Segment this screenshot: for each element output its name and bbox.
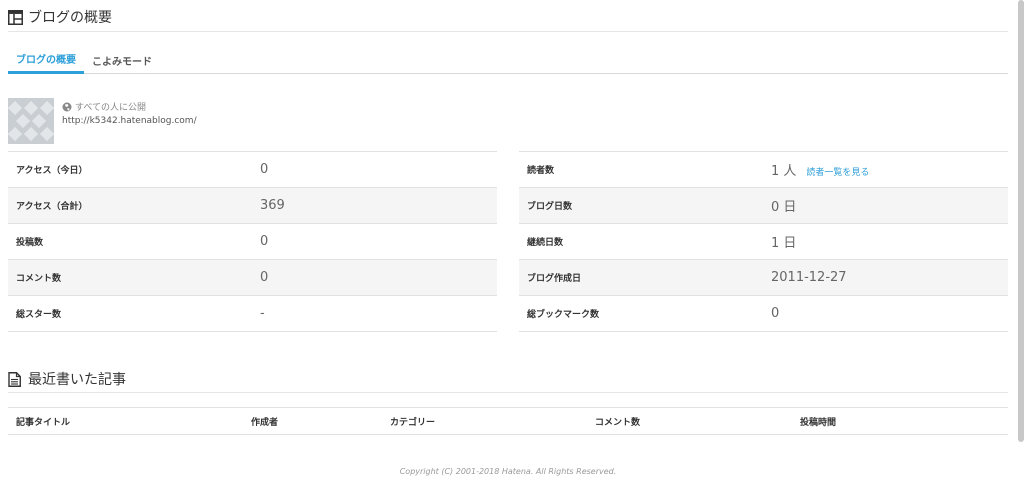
blog-url[interactable]: http://k5342.hatenablog.com/ bbox=[62, 116, 197, 126]
stat-label: ブログ作成日 bbox=[527, 274, 582, 284]
stat-row-streak-days: 継続日数 1 日 bbox=[519, 224, 1008, 260]
copyright: Copyright (C) 2001-2018 Hatena. All Righ… bbox=[399, 467, 617, 476]
globe-icon bbox=[62, 102, 72, 112]
document-icon bbox=[8, 371, 23, 387]
reader-list-link[interactable]: 読者一覧を見る bbox=[806, 165, 869, 178]
stat-label: 総スター数 bbox=[16, 310, 62, 320]
visibility-status: すべての人に公開 bbox=[62, 100, 197, 113]
stat-value: 0 日 bbox=[771, 200, 797, 215]
stat-row-access-today: アクセス（今日） 0 bbox=[8, 152, 497, 188]
dashboard-page: ブログの概要 ブログの概要 こよみモード すべての人に公開 http://k53… bbox=[8, 0, 1008, 484]
stat-label: 読者数 bbox=[527, 166, 555, 176]
stat-row-bookmarks: 総ブックマーク数 0 bbox=[519, 296, 1008, 332]
stats-left: アクセス（今日） 0 アクセス（合計） 369 投稿数 0 コメント数 0 総ス… bbox=[8, 151, 497, 332]
stat-value: 0 bbox=[260, 234, 269, 249]
stat-label: 継続日数 bbox=[527, 238, 564, 248]
column-header-author[interactable]: 作成者 bbox=[251, 408, 278, 435]
divider bbox=[8, 31, 1008, 32]
overview-tabs: ブログの概要 こよみモード bbox=[8, 46, 1008, 74]
dashboard-icon bbox=[8, 9, 23, 25]
column-header-title[interactable]: 記事タイトル bbox=[16, 408, 70, 435]
blog-info: すべての人に公開 http://k5342.hatenablog.com/ bbox=[8, 98, 197, 144]
stat-value: - bbox=[260, 306, 265, 321]
section-title: 最近書いた記事 bbox=[28, 372, 126, 388]
tab-overview[interactable]: ブログの概要 bbox=[8, 46, 84, 74]
stat-row-posts: 投稿数 0 bbox=[8, 224, 497, 260]
stat-label: 投稿数 bbox=[16, 238, 44, 248]
divider bbox=[8, 392, 1008, 393]
recent-heading: 最近書いた記事 bbox=[8, 368, 126, 390]
scrollbar[interactable] bbox=[1018, 0, 1024, 442]
page-title: ブログの概要 bbox=[28, 10, 112, 26]
stat-label: コメント数 bbox=[16, 274, 62, 284]
stat-value: 0 bbox=[771, 306, 780, 321]
column-header-posted-time[interactable]: 投稿時間 bbox=[800, 408, 836, 435]
recent-posts-table: 記事タイトル 作成者 カテゴリー コメント数 投稿時間 bbox=[8, 407, 1008, 435]
stat-label: ブログ日数 bbox=[527, 202, 573, 212]
tab-calendar-mode[interactable]: こよみモード bbox=[84, 46, 160, 74]
stat-label: アクセス（今日） bbox=[16, 166, 88, 176]
stat-row-created-date: ブログ作成日 2011-12-27 bbox=[519, 260, 1008, 296]
stat-label: 総ブックマーク数 bbox=[527, 310, 600, 320]
stat-value: 2011-12-27 bbox=[771, 270, 847, 285]
column-header-category[interactable]: カテゴリー bbox=[390, 408, 435, 435]
stat-row-comments: コメント数 0 bbox=[8, 260, 497, 296]
stat-value: 0 bbox=[260, 162, 269, 177]
overview-heading: ブログの概要 bbox=[8, 6, 112, 28]
column-header-comments[interactable]: コメント数 bbox=[595, 408, 640, 435]
stat-label: アクセス（合計） bbox=[16, 202, 88, 212]
blog-thumbnail[interactable] bbox=[8, 98, 54, 144]
visibility-label: すべての人に公開 bbox=[75, 103, 147, 113]
stat-value: 369 bbox=[260, 198, 285, 213]
stat-row-access-total: アクセス（合計） 369 bbox=[8, 188, 497, 224]
stat-row-blog-days: ブログ日数 0 日 bbox=[519, 188, 1008, 224]
stat-value: 1 日 bbox=[771, 236, 797, 251]
stat-row-readers: 読者数 1 人 読者一覧を見る bbox=[519, 152, 1008, 188]
stats-right: 読者数 1 人 読者一覧を見る ブログ日数 0 日 継続日数 1 日 ブログ作成… bbox=[519, 151, 1008, 332]
stat-row-stars: 総スター数 - bbox=[8, 296, 497, 332]
stat-value: 0 bbox=[260, 270, 269, 285]
stat-value: 1 人 bbox=[771, 164, 797, 179]
